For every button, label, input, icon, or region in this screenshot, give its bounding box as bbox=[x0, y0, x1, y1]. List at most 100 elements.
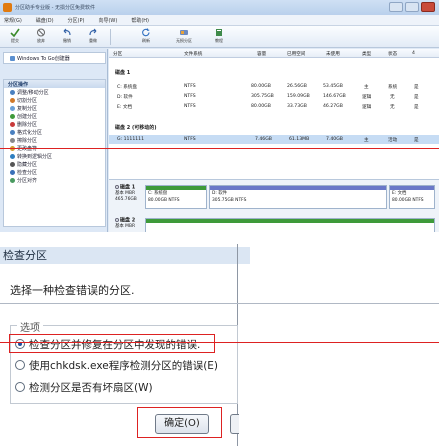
sidebar-item-split[interactable]: 切割分区 bbox=[4, 96, 105, 104]
options-group-label: 选项 bbox=[17, 319, 43, 334]
partition-block-label: D: 软件 bbox=[212, 191, 228, 196]
partition-block-g[interactable] bbox=[145, 218, 435, 232]
discard-icon bbox=[37, 28, 45, 37]
undo-button[interactable]: 撤销 bbox=[54, 28, 80, 47]
table-row-selected[interactable]: G: 1111111 NTFS 7.46GB 61.13MB 7.40GB 主 … bbox=[109, 135, 439, 144]
window-title: 分区助手专业版 - 无损分区免费软件 bbox=[15, 5, 95, 11]
close-button[interactable] bbox=[421, 2, 435, 12]
disk2-radio bbox=[115, 218, 119, 222]
lossless-partition-button[interactable]: 无损分区 bbox=[168, 28, 200, 47]
table-row[interactable]: D: 软件 NTFS 305.75GB 159.09GB 146.67GB 逻辑… bbox=[109, 92, 439, 101]
disk1-size: 465.76GB bbox=[115, 196, 137, 202]
partition-block-size: 80.00GB NTFS bbox=[392, 198, 424, 203]
sidebar-item-label: 转换到逻辑分区 bbox=[17, 153, 53, 160]
cell-partition: G: 1111111 bbox=[117, 137, 145, 142]
sidebar-item-copy[interactable]: 复制分区 bbox=[4, 104, 105, 112]
ok-button[interactable]: 确定(O) bbox=[155, 414, 209, 434]
sidebar-item-hide[interactable]: 隐藏分区 bbox=[4, 160, 105, 168]
format-icon bbox=[10, 129, 15, 135]
discard-label: 放弃 bbox=[37, 38, 45, 43]
disk2-info[interactable]: 磁盘 2 基本 MBR bbox=[115, 218, 143, 232]
cell-type: 逻辑 bbox=[362, 105, 372, 110]
partition-block-label: E: 文档 bbox=[392, 191, 407, 196]
partition-ops-header: 分区操作 bbox=[4, 80, 105, 88]
tutorial-label: 教程 bbox=[215, 38, 223, 43]
cell-used: 61.13MB bbox=[289, 137, 310, 142]
sidebar-item-create[interactable]: 创建分区 bbox=[4, 112, 105, 120]
sidebar-item-resize-move[interactable]: 调整/移动分区 bbox=[4, 88, 105, 96]
tutorial-button[interactable]: 教程 bbox=[206, 28, 232, 47]
sidebar-item-check[interactable]: 检查分区 bbox=[4, 168, 105, 176]
menu-partition[interactable]: 分区(P) bbox=[68, 17, 85, 24]
sidebar-item-format[interactable]: 格式化分区 bbox=[4, 128, 105, 136]
column-header-used[interactable]: 已用空间 bbox=[287, 51, 305, 57]
cell-filesystem: NTFS bbox=[184, 94, 196, 99]
disk2-type: 基本 MBR bbox=[115, 224, 136, 229]
column-header-filesystem[interactable]: 文件系统 bbox=[184, 51, 202, 57]
disk-map-area: 磁盘 1 基本 MBR 465.76GB C: 系统盘 80.00GB NTFS… bbox=[109, 179, 439, 232]
option-bad-sectors[interactable]: 检测分区是否有坏扇区(W) bbox=[15, 380, 153, 394]
partition-block-c[interactable]: C: 系统盘 80.00GB NTFS bbox=[145, 185, 207, 209]
cell-free: 46.27GB bbox=[323, 104, 343, 109]
discard-button[interactable]: 放弃 bbox=[28, 28, 54, 47]
app-icon bbox=[3, 3, 12, 12]
column-header-status[interactable]: 状态 bbox=[388, 51, 397, 57]
disk1-info[interactable]: 磁盘 1 基本 MBR 465.76GB bbox=[115, 185, 143, 209]
menu-help[interactable]: 帮助(H) bbox=[131, 17, 149, 24]
sidebar-item-windows-to-go[interactable]: Windows To Go创建器 bbox=[4, 53, 105, 63]
cell-used: 159.09GB bbox=[287, 94, 310, 99]
column-header-capacity[interactable]: 容量 bbox=[257, 51, 266, 57]
sidebar-item-label: 删除分区 bbox=[17, 121, 38, 128]
menu-general[interactable]: 常规(G) bbox=[4, 17, 22, 24]
table-row[interactable]: C: 系统盘 NTFS 80.00GB 26.56GB 53.45GB 主 系统… bbox=[109, 82, 439, 91]
redo-button[interactable]: 重做 bbox=[80, 28, 106, 47]
sidebar-item-wipe[interactable]: 擦除分区 bbox=[4, 136, 105, 144]
cell-type: 主 bbox=[364, 85, 369, 90]
option-label: 使用chkdsk.exe程序检测分区的错误(E) bbox=[29, 359, 219, 372]
cell-status: 活动 bbox=[388, 138, 398, 143]
cancel-button[interactable] bbox=[230, 414, 239, 434]
disk1-radio bbox=[115, 185, 119, 189]
partition-block-d[interactable]: D: 软件 305.75GB NTFS bbox=[209, 185, 387, 209]
cell-type: 主 bbox=[364, 138, 369, 143]
disk-icon bbox=[180, 30, 188, 35]
window-controls bbox=[389, 2, 435, 12]
partition-block-e[interactable]: E: 文档 80.00GB NTFS bbox=[389, 185, 435, 209]
cell-extra: 是 bbox=[414, 85, 419, 90]
disk2-header: 磁盘 2 (可移动的) bbox=[115, 125, 157, 131]
refresh-label: 刷新 bbox=[142, 38, 150, 43]
radio[interactable] bbox=[15, 360, 25, 370]
copy-icon bbox=[10, 105, 15, 111]
toolbar: 提交 放弃 撤销 重做 刷新 无损分区 教程 bbox=[0, 26, 439, 48]
screenshot-root: 分区助手专业版 - 无损分区免费软件 常规(G) 磁盘(D) 分区(P) 向导(… bbox=[0, 0, 439, 446]
column-header-free[interactable]: 未使用 bbox=[326, 51, 340, 57]
cell-extra: 是 bbox=[414, 105, 419, 110]
sidebar-item-delete[interactable]: 删除分区 bbox=[4, 120, 105, 128]
table-row[interactable]: E: 文档 NTFS 80.00GB 33.73GB 46.27GB 逻辑 无 … bbox=[109, 102, 439, 111]
dialog-prompt: 选择一种检查错误的分区. bbox=[10, 284, 135, 297]
split-icon bbox=[10, 97, 15, 103]
minimize-button[interactable] bbox=[389, 2, 403, 12]
column-header-extra[interactable]: 4 bbox=[412, 51, 415, 56]
column-header-type[interactable]: 类型 bbox=[362, 51, 371, 57]
menu-disk[interactable]: 磁盘(D) bbox=[36, 17, 54, 24]
sidebar-item-label: 擦除分区 bbox=[17, 137, 38, 144]
cell-used: 26.56GB bbox=[287, 84, 307, 89]
annotation-line bbox=[0, 148, 439, 149]
partition-block-label: C: 系统盘 bbox=[148, 191, 168, 196]
cell-filesystem: NTFS bbox=[184, 104, 196, 109]
commit-button[interactable]: 提交 bbox=[2, 28, 28, 47]
option-label: 检测分区是否有坏扇区(W) bbox=[29, 381, 153, 394]
sidebar-item-align[interactable]: 分区对齐 bbox=[4, 176, 105, 184]
menu-wizard[interactable]: 向导(W) bbox=[98, 17, 117, 24]
hide-icon bbox=[10, 161, 15, 167]
column-header-row: 分区 文件系统 容量 已用空间 未使用 类型 状态 4 bbox=[109, 49, 439, 58]
refresh-button[interactable]: 刷新 bbox=[133, 28, 159, 47]
column-header-partition[interactable]: 分区 bbox=[113, 51, 122, 57]
annotation-box-option bbox=[9, 334, 215, 353]
dialog-title: 检查分区 bbox=[0, 247, 250, 264]
radio[interactable] bbox=[15, 382, 25, 392]
sidebar-item-convert-logical[interactable]: 转换到逻辑分区 bbox=[4, 152, 105, 160]
maximize-button[interactable] bbox=[405, 2, 419, 12]
option-chkdsk[interactable]: 使用chkdsk.exe程序检测分区的错误(E) bbox=[15, 358, 218, 372]
